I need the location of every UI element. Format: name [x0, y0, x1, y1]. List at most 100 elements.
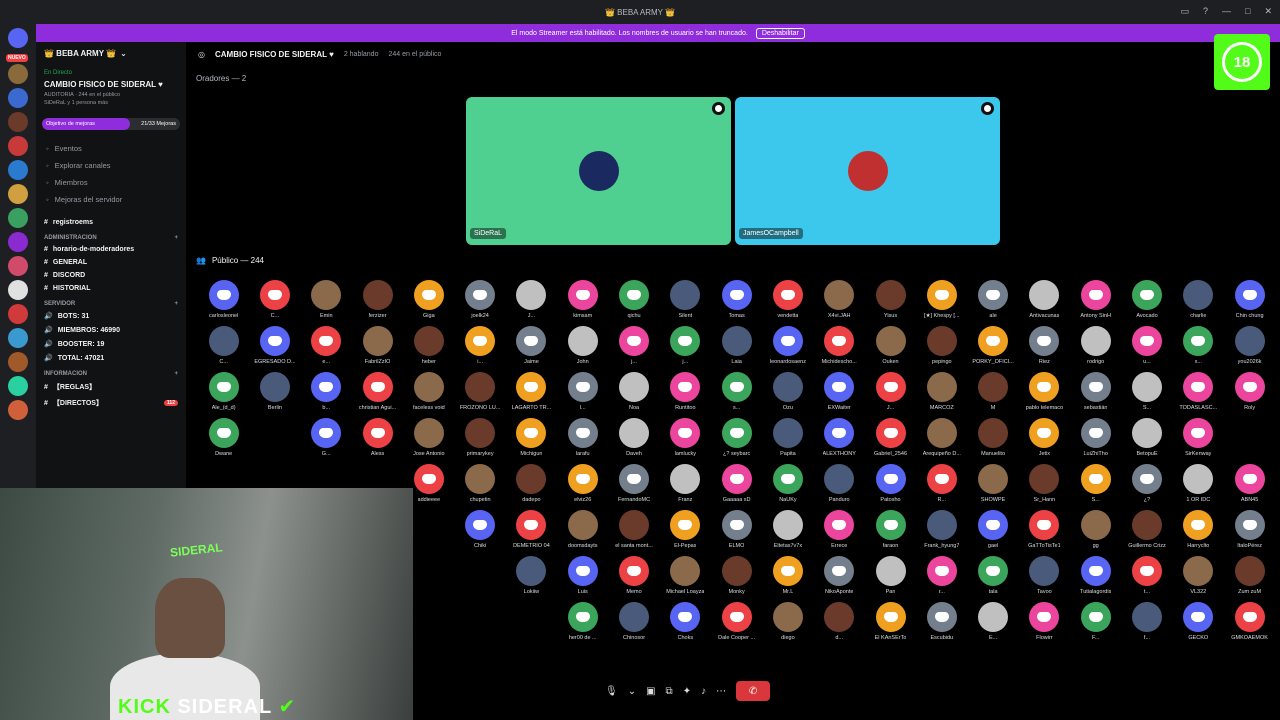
- screenshare-icon[interactable]: ⧉: [666, 686, 673, 697]
- audience-member[interactable]: E...: [967, 602, 1018, 641]
- audience-member[interactable]: christian Agui...: [352, 372, 403, 411]
- audience-member[interactable]: 1 OR IDC: [1173, 464, 1224, 503]
- server-icon[interactable]: [8, 208, 28, 228]
- server-icon[interactable]: [8, 232, 28, 252]
- audience-member[interactable]: SHOWPE: [967, 464, 1018, 503]
- close-icon[interactable]: ✕: [1264, 6, 1272, 17]
- audience-member[interactable]: El-Pepas: [660, 510, 711, 549]
- audience-member[interactable]: Monky: [711, 556, 762, 595]
- audience-member[interactable]: Runtitoo: [660, 372, 711, 411]
- server-icon[interactable]: [8, 160, 28, 180]
- audience-member[interactable]: Michidescho...: [814, 326, 865, 365]
- disconnect-button[interactable]: ✆: [736, 681, 771, 701]
- audience-member[interactable]: FernandoMC: [608, 464, 659, 503]
- channel-item[interactable]: # horario-de-moderadores: [36, 243, 186, 256]
- server-icon[interactable]: [8, 28, 28, 48]
- nav-link[interactable]: ◦ Mejoras del servidor: [36, 191, 186, 208]
- server-icon[interactable]: [8, 184, 28, 204]
- channel-item[interactable]: 🔊 MIEMBROS: 46990: [36, 323, 186, 337]
- audience-member[interactable]: Michael Loayza: [660, 556, 711, 595]
- channel-registroems[interactable]: # registroems: [36, 216, 186, 229]
- channel-item[interactable]: # HISTORIAL: [36, 282, 186, 295]
- audience-member[interactable]: ALEXTHONY: [814, 418, 865, 457]
- audience-member[interactable]: Memo: [608, 556, 659, 595]
- speaker-tile[interactable]: SiDeRaL: [466, 97, 731, 245]
- audience-member[interactable]: r...: [916, 556, 967, 595]
- audience-member[interactable]: larafu: [557, 418, 608, 457]
- audience-member[interactable]: u...: [1121, 326, 1172, 365]
- speaker-tile[interactable]: JamesOCampbell: [735, 97, 1000, 245]
- audience-member[interactable]: Gaaaaa xD: [711, 464, 762, 503]
- audience-member[interactable]: FabrilZzIO: [352, 326, 403, 365]
- audience-member[interactable]: f...: [1121, 602, 1172, 641]
- audience-member[interactable]: G...: [301, 418, 352, 457]
- audience-member[interactable]: GECKO: [1173, 602, 1224, 641]
- audience-member[interactable]: Escubidu: [916, 602, 967, 641]
- channel-item[interactable]: 🔊 BOTS: 31: [36, 309, 186, 323]
- audience-member[interactable]: Eltetas7v7x: [762, 510, 813, 549]
- audience-member[interactable]: Pan: [865, 556, 916, 595]
- server-icon[interactable]: [8, 376, 28, 396]
- audience-member[interactable]: faraon: [865, 510, 916, 549]
- audience-member[interactable]: Sr_Hann: [1019, 464, 1070, 503]
- audience-member[interactable]: ABN45: [1224, 464, 1275, 503]
- audience-member[interactable]: charlie: [1173, 280, 1224, 319]
- channel-item[interactable]: # DISCORD: [36, 269, 186, 282]
- audience-member[interactable]: chupetin: [454, 464, 505, 503]
- audience-member[interactable]: Jaime: [506, 326, 557, 365]
- audience-member[interactable]: C...: [198, 326, 249, 365]
- help-icon[interactable]: ?: [1203, 6, 1208, 17]
- server-icon[interactable]: [8, 136, 28, 156]
- audience-member[interactable]: Jose Antonio: [403, 418, 454, 457]
- audience-member[interactable]: Choks: [660, 602, 711, 641]
- audience-member[interactable]: S...: [1121, 372, 1172, 411]
- audience-member[interactable]: Frank_hyung7: [916, 510, 967, 549]
- audience-member[interactable]: J...: [506, 280, 557, 319]
- audience-member[interactable]: NikoAponte: [814, 556, 865, 595]
- audience-member[interactable]: El KAnSErTo: [865, 602, 916, 641]
- audience-member[interactable]: Lokiiw: [506, 556, 557, 595]
- soundboard-icon[interactable]: ♪: [701, 686, 706, 697]
- audience-member[interactable]: heber: [403, 326, 454, 365]
- audience-member[interactable]: Panduro: [814, 464, 865, 503]
- disable-streamer-button[interactable]: Deshabilitar: [755, 27, 805, 39]
- audience-member[interactable]: C...: [249, 280, 300, 319]
- audience-member[interactable]: Dale Cooper ...: [711, 602, 762, 641]
- audience-member[interactable]: pablo telemaco: [1019, 372, 1070, 411]
- server-icon[interactable]: [8, 88, 28, 108]
- category-admin[interactable]: ADMINISTRACION +: [36, 229, 186, 243]
- audience-member[interactable]: qichu: [608, 280, 659, 319]
- audience-member[interactable]: Dwane: [198, 418, 249, 457]
- audience-member[interactable]: Chinosor: [608, 602, 659, 641]
- boost-goal-bar[interactable]: Objetivo de mejoras 21/33 Mejoras: [42, 118, 180, 130]
- camera-icon[interactable]: ▣: [646, 686, 655, 697]
- plus-icon[interactable]: +: [174, 235, 178, 241]
- audience-member[interactable]: l...: [557, 372, 608, 411]
- audience-member[interactable]: tala: [967, 556, 1018, 595]
- audience-member[interactable]: PORKY_OFICI...: [967, 326, 1018, 365]
- audience-member[interactable]: DEMETRIO 04: [506, 510, 557, 549]
- audience-member[interactable]: Tavoo: [1019, 556, 1070, 595]
- audience-member[interactable]: EXWaiter: [814, 372, 865, 411]
- audience-member[interactable]: Yisus: [865, 280, 916, 319]
- audience-member[interactable]: S...: [1070, 464, 1121, 503]
- audience-member[interactable]: joelk24: [454, 280, 505, 319]
- audience-member[interactable]: Mr.L: [762, 556, 813, 595]
- audience-member[interactable]: Antivacunas: [1019, 280, 1070, 319]
- audience-member[interactable]: Luis: [557, 556, 608, 595]
- audience-member[interactable]: leonardosaenz: [762, 326, 813, 365]
- audience-member[interactable]: dadepo: [506, 464, 557, 503]
- audience-member[interactable]: Arequipeño D...: [916, 418, 967, 457]
- audience-member[interactable]: s...: [711, 372, 762, 411]
- audience-member[interactable]: LuiZhiTho: [1070, 418, 1121, 457]
- audience-member[interactable]: j...: [608, 326, 659, 365]
- audience-member[interactable]: EGRESADO D...: [249, 326, 300, 365]
- audience-member[interactable]: ¿?: [1121, 464, 1172, 503]
- audience-member[interactable]: ¿? seybarc: [711, 418, 762, 457]
- audience-member[interactable]: Giga: [403, 280, 454, 319]
- maximize-icon[interactable]: □: [1245, 6, 1250, 17]
- server-icon[interactable]: [8, 280, 28, 300]
- plus-icon[interactable]: +: [174, 301, 178, 307]
- audience-member[interactable]: rodrigo: [1070, 326, 1121, 365]
- audience-member[interactable]: Antony SinH: [1070, 280, 1121, 319]
